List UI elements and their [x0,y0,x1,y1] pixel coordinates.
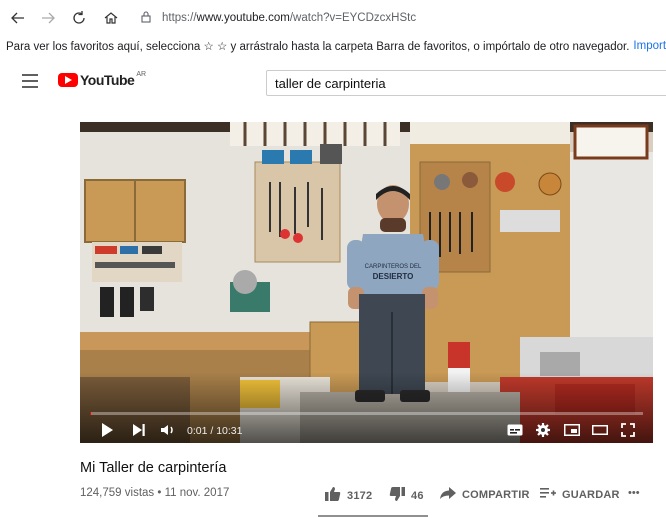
save-icon [540,487,556,502]
lock-icon [140,10,152,26]
youtube-play-logo-icon [58,73,78,87]
dislike-count: 46 [411,489,424,502]
favorites-bar: Para ver los favoritos aquí, selecciona … [0,35,666,57]
time-display: 0:01 / 10:31 [187,425,243,437]
home-icon[interactable] [100,7,122,29]
play-icon[interactable] [100,421,114,439]
fullscreen-icon[interactable] [621,421,635,439]
next-icon[interactable] [132,421,146,439]
share-button[interactable]: COMPARTIR [440,487,530,502]
video-title: Mi Taller de carpintería [80,460,227,476]
share-icon [440,487,456,502]
youtube-header: YouTube AR taller de carpinteria [0,57,666,105]
like-count: 3172 [347,489,373,502]
reload-icon[interactable] [68,7,90,29]
import-favorites-link[interactable]: Importar favoritos [633,40,666,52]
search-value: taller de carpinteria [275,75,386,91]
sentiment-bar [318,515,428,517]
theater-icon[interactable] [592,421,608,439]
youtube-logo[interactable]: YouTube AR [58,70,147,88]
forward-icon[interactable] [37,7,59,29]
save-button[interactable]: GUARDAR [540,487,620,502]
shirt-text-1: CARPINTEROS DEL [365,264,422,270]
search-input[interactable]: taller de carpinteria [266,70,666,96]
like-button[interactable]: 3172 [325,487,372,504]
save-label: GUARDAR [562,488,620,501]
video-player[interactable]: CARPINTEROS DEL DESIERTO 0:01 / 10:31 [80,122,653,443]
shirt-text-2: DESIERTO [373,272,414,281]
miniplayer-icon[interactable] [564,421,580,439]
dislike-icon [389,487,405,504]
player-controls: 0:01 / 10:31 [80,419,653,443]
subtitles-icon[interactable] [507,421,523,439]
more-label: ••• [628,487,640,499]
progress-bar[interactable] [90,412,643,415]
video-frame: CARPINTEROS DEL DESIERTO [80,122,653,443]
share-label: COMPARTIR [462,488,530,501]
menu-icon[interactable] [22,74,38,92]
address-bar[interactable]: https://www.youtube.com/watch?v=EYCDzcxH… [140,6,666,30]
volume-icon[interactable] [160,421,176,439]
logo-text: YouTube [80,72,135,88]
dislike-button[interactable]: 46 [389,487,424,504]
view-count-date: 124,759 vistas • 11 nov. 2017 [80,487,230,499]
settings-icon[interactable] [536,421,550,439]
like-icon [325,487,341,504]
url-text: https://www.youtube.com/watch?v=EYCDzcxH… [162,12,417,24]
region-label: AR [136,70,147,78]
favorites-message: Para ver los favoritos aquí, selecciona … [6,41,630,53]
progress-fill [90,412,92,415]
browser-toolbar: https://www.youtube.com/watch?v=EYCDzcxH… [0,0,666,35]
more-actions-button[interactable]: ••• [628,487,640,499]
back-icon[interactable] [7,7,29,29]
